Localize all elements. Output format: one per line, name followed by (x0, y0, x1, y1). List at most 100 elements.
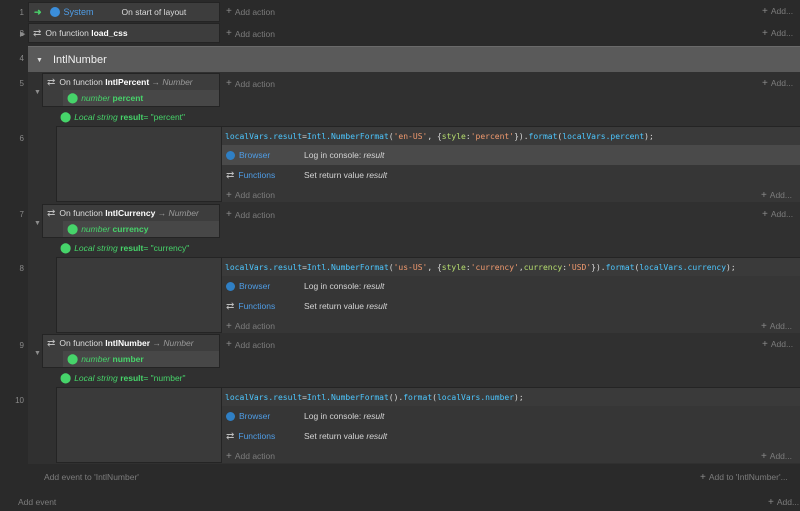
local-variable[interactable]: ⬤ Local string result = "currency" (60, 239, 460, 257)
plus-icon: + (760, 450, 767, 462)
empty-condition-block (56, 257, 222, 333)
add-action-link[interactable]: + Add action (226, 339, 275, 350)
function-icon: ⇄ (226, 169, 235, 181)
row-number: 5 (19, 79, 24, 88)
plus-icon: + (226, 78, 232, 89)
script-code-line[interactable]: localVars.result = Intl.NumberFormat('en… (222, 127, 800, 145)
actions-block: localVars.result = Intl.NumberFormat('us… (222, 257, 800, 333)
action-set-return[interactable]: ⇄ Functions Set return value result (222, 426, 800, 446)
row-number: 6 (19, 134, 24, 143)
function-icon: ⇄ (226, 430, 235, 442)
add-action-row[interactable]: + Add action + Add... (222, 316, 800, 336)
add-action-link[interactable]: + Add action (226, 6, 275, 17)
system-object: System (63, 7, 94, 17)
local-variable[interactable]: ⬤ Local string result = "number" (60, 369, 460, 387)
add-action-link[interactable]: + Add action (226, 28, 275, 39)
parameter-row[interactable]: ⬤ number currency (63, 221, 219, 237)
browser-icon (226, 150, 235, 160)
chevron-down-icon: ▼ (34, 89, 41, 96)
plus-icon: + (226, 6, 232, 17)
add-menu-link[interactable]: + Add... (768, 497, 799, 508)
action-set-return[interactable]: ⇄ Functions Set return value result (222, 165, 800, 185)
add-action-link[interactable]: + Add action (226, 78, 275, 89)
add-menu-link[interactable]: + Add... (762, 209, 793, 220)
location-pin-icon: ⬤ (60, 372, 72, 384)
browser-icon (226, 281, 235, 291)
location-pin-icon: ⬤ (67, 92, 79, 104)
add-menu-link[interactable]: + Add... (762, 28, 793, 39)
expand-toggle[interactable]: ▶ (20, 28, 25, 38)
action-log-console[interactable]: Browser Log in console: result (222, 406, 800, 426)
script-code-line[interactable]: localVars.result = Intl.NumberFormat (). f… (222, 388, 800, 406)
add-action-row[interactable]: + Add action + Add... (222, 185, 800, 205)
add-to-group-menu[interactable]: + Add to 'IntlNumber'... (700, 472, 788, 483)
actions-block: localVars.result = Intl.NumberFormat (). f… (222, 387, 800, 463)
plus-icon: + (226, 450, 232, 462)
add-action-row[interactable]: + Add action + Add... (222, 446, 800, 466)
add-menu-link[interactable]: + Add... (762, 78, 793, 89)
action-log-console[interactable]: Browser Log in console: result (222, 145, 800, 165)
function-icon: ⇄ (226, 300, 235, 312)
function-icon: ⇄ (47, 337, 56, 349)
location-pin-icon: ⬤ (60, 111, 72, 123)
chevron-right-icon: ▶ (20, 31, 26, 38)
parameter-row[interactable]: ⬤ number number (63, 351, 219, 367)
event-load-css[interactable]: ⇄ On function load_css (28, 23, 220, 43)
plus-icon: + (762, 209, 768, 220)
empty-condition-block (56, 126, 222, 202)
chevron-down-icon: ▼ (36, 56, 43, 64)
group-title: IntlNumber (52, 54, 107, 66)
plus-icon: + (762, 78, 768, 89)
add-menu-link[interactable]: + Add... (762, 339, 793, 350)
plus-icon: + (768, 497, 774, 508)
script-code-line[interactable]: localVars.result = Intl.NumberFormat('us… (222, 258, 800, 276)
plus-icon: + (226, 28, 232, 39)
row-number: 8 (19, 264, 24, 273)
plus-icon: + (226, 320, 232, 332)
collapse-toggle[interactable]: ▼ (34, 86, 41, 96)
row-number: 4 (19, 54, 24, 63)
row-number: 9 (19, 341, 24, 350)
plus-icon: + (226, 339, 232, 350)
function-icon: ⇄ (47, 207, 56, 219)
function-icon: ⇄ (33, 27, 42, 39)
add-menu-link[interactable]: + Add... (762, 6, 793, 17)
trigger-arrow-icon: ➜ (34, 6, 42, 17)
add-event-link[interactable]: Add event (18, 497, 56, 507)
add-action-link[interactable]: + Add action (226, 209, 275, 220)
local-variable[interactable]: ⬤ Local string result = "percent" (60, 108, 460, 126)
action-set-return[interactable]: ⇄ Functions Set return value result (222, 296, 800, 316)
plus-icon: + (760, 189, 767, 201)
function-intlcurrency[interactable]: ⇄ On function IntlCurrency → Number ⬤ nu… (42, 204, 220, 238)
event-system-start[interactable]: ➜ System On start of layout (28, 2, 220, 22)
actions-block: localVars.result = Intl.NumberFormat('en… (222, 126, 800, 202)
group-header[interactable]: ▼ IntlNumber (28, 46, 800, 74)
collapse-toggle[interactable]: ▼ (34, 217, 41, 227)
row-number: 7 (19, 210, 24, 219)
action-log-console[interactable]: Browser Log in console: result (222, 276, 800, 296)
plus-icon: + (762, 28, 768, 39)
system-icon (49, 7, 60, 17)
empty-condition-block (56, 387, 222, 463)
row-number: 1 (19, 8, 24, 17)
parameter-row[interactable]: ⬤ number percent (63, 90, 219, 106)
chevron-down-icon: ▼ (34, 350, 41, 357)
function-label: On function load_css (45, 28, 128, 38)
chevron-down-icon: ▼ (34, 220, 41, 227)
location-pin-icon: ⬤ (60, 242, 72, 254)
plus-icon: + (760, 320, 767, 332)
location-pin-icon: ⬤ (67, 223, 79, 235)
plus-icon: + (762, 6, 768, 17)
row-number: 10 (15, 396, 24, 405)
location-pin-icon: ⬤ (67, 353, 79, 365)
plus-icon: + (762, 339, 768, 350)
function-intlnumber[interactable]: ⇄ On function IntlNumber → Number ⬤ numb… (42, 334, 220, 368)
condition-text: On start of layout (121, 7, 187, 17)
function-icon: ⇄ (47, 76, 56, 88)
add-event-to-group[interactable]: Add event to 'IntlNumber' (44, 472, 139, 482)
browser-icon (226, 411, 235, 421)
plus-icon: + (226, 189, 232, 201)
function-intlpercent[interactable]: ⇄ On function IntlPercent → Number ⬤ num… (42, 73, 220, 107)
plus-icon: + (226, 209, 232, 220)
collapse-toggle[interactable]: ▼ (34, 347, 41, 357)
